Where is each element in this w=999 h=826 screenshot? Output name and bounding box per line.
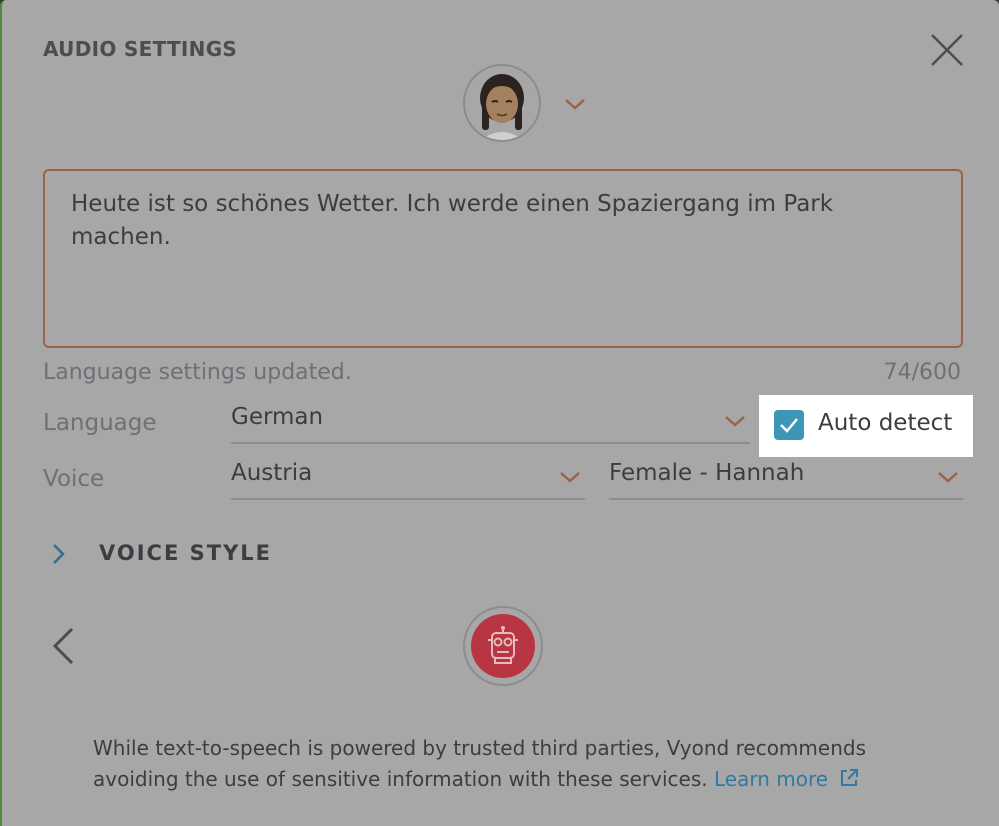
dialog-title: AUDIO SETTINGS	[43, 37, 238, 61]
voice-style-toggle[interactable]: VOICE STYLE	[43, 537, 283, 571]
language-select[interactable]: German	[231, 398, 750, 444]
language-label: Language	[43, 410, 157, 436]
status-message: Language settings updated.	[43, 360, 352, 385]
voice-region-value: Austria	[231, 460, 313, 486]
audio-settings-dialog: AUDIO SETTINGS Heute ist so schönes Wett…	[0, 0, 999, 826]
robot-button-fill	[471, 614, 535, 678]
voice-region-select[interactable]: Austria	[231, 454, 585, 500]
character-face-icon	[480, 74, 524, 140]
learn-more-link[interactable]: Learn more	[714, 767, 828, 791]
robot-voice-button[interactable]	[463, 606, 543, 686]
voice-style-label: VOICE STYLE	[99, 541, 272, 565]
auto-detect-checkbox[interactable]	[774, 410, 804, 440]
external-link-icon[interactable]	[838, 767, 860, 789]
character-count: 74/600	[883, 360, 961, 385]
voice-label: Voice	[43, 466, 105, 492]
back-button[interactable]	[50, 626, 76, 666]
voice-speaker-value: Female - Hannah	[609, 460, 805, 486]
chevron-down-icon	[560, 472, 580, 483]
tts-disclaimer: While text-to-speech is powered by trust…	[93, 733, 933, 795]
chevron-down-icon	[725, 416, 745, 427]
chevron-left-icon	[52, 627, 74, 665]
character-dropdown-button[interactable]	[563, 96, 587, 112]
close-button[interactable]	[929, 32, 965, 68]
checkmark-icon	[780, 418, 798, 433]
chevron-right-icon	[53, 544, 65, 564]
character-avatar[interactable]	[463, 64, 541, 142]
chevron-down-icon	[565, 99, 585, 110]
close-icon	[931, 34, 963, 66]
script-textarea[interactable]: Heute ist so schönes Wetter. Ich werde e…	[43, 169, 963, 348]
robot-icon	[488, 626, 518, 664]
auto-detect-toggle[interactable]: Auto detect	[759, 395, 973, 457]
language-value: German	[231, 404, 324, 430]
voice-speaker-select[interactable]: Female - Hannah	[609, 454, 963, 500]
chevron-down-icon	[938, 472, 958, 483]
auto-detect-label: Auto detect	[818, 410, 953, 436]
